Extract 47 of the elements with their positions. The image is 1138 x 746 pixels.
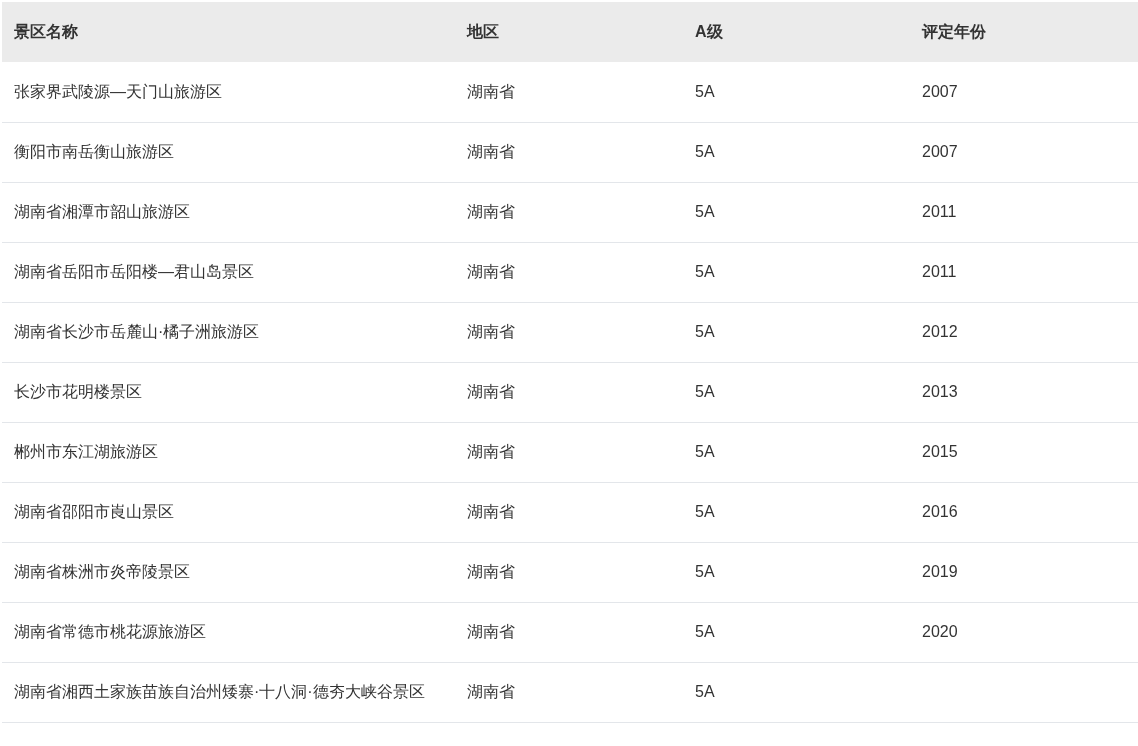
column-header: 评定年份 bbox=[910, 2, 1138, 62]
table-cell-text: 衡阳市南岳衡山旅游区 bbox=[14, 142, 174, 162]
column-header: 景区名称 bbox=[2, 2, 455, 62]
table-cell-text: 湖南省 bbox=[467, 262, 515, 282]
table-cell-text: 2007 bbox=[922, 142, 958, 162]
table-cell-text: 5A bbox=[695, 442, 715, 462]
table-cell-text: 2015 bbox=[922, 442, 958, 462]
table-cell-text: 2011 bbox=[922, 262, 957, 282]
table-cell-text: 湖南省邵阳市崀山景区 bbox=[14, 502, 174, 522]
table-cell-text: 2013 bbox=[922, 382, 958, 402]
table-cell-text: 5A bbox=[695, 622, 715, 642]
table-cell-text: 湖南省 bbox=[467, 622, 515, 642]
table-cell-text: 湖南省株洲市炎帝陵景区 bbox=[14, 562, 190, 582]
table-cell-text: 湖南省长沙市岳麓山·橘子洲旅游区 bbox=[14, 322, 260, 342]
table-cell-text: 湖南省 bbox=[467, 682, 515, 702]
table-cell-text: 湖南省 bbox=[467, 382, 515, 402]
table-cell-text: 湖南省 bbox=[467, 502, 515, 522]
table-cell-text: 湖南省常德市桃花源旅游区 bbox=[14, 622, 206, 642]
table-cell-text: 湖南省湘潭市韶山旅游区 bbox=[14, 202, 190, 222]
table-cell-text: 2020 bbox=[922, 622, 958, 642]
table-cell-text: 2012 bbox=[922, 322, 958, 342]
table-cell-text: 2011 bbox=[922, 202, 957, 222]
table-cell-text: 湖南省 bbox=[467, 81, 515, 102]
table-cell-text: 湖南省 bbox=[467, 202, 515, 222]
table-cell-text: 长沙市花明楼景区 bbox=[14, 382, 142, 402]
table-cell-text: 张家界武陵源—天门山旅游区 bbox=[14, 81, 222, 102]
table-cell-text: 2016 bbox=[922, 502, 958, 522]
table-cell-text: 郴州市东江湖旅游区 bbox=[14, 442, 158, 462]
table-cell-text: 5A bbox=[695, 502, 715, 522]
table-cell-text: 5A bbox=[695, 682, 715, 702]
table-cell-text: 2019 bbox=[922, 562, 958, 582]
column-header: 地区 bbox=[455, 2, 683, 62]
table-cell-text: 5A bbox=[695, 202, 715, 222]
table-cell-text: 湖南省 bbox=[467, 322, 515, 342]
table-cell-text: 5A bbox=[695, 81, 715, 102]
table-cell-text: 5A bbox=[695, 142, 715, 162]
table-cell-text: 2007 bbox=[922, 81, 958, 102]
table-cell-text: 湖南省岳阳市岳阳楼—君山岛景区 bbox=[14, 262, 254, 282]
column-header: A级 bbox=[683, 2, 910, 62]
table-cell-text: 5A bbox=[695, 322, 715, 342]
table-cell-text: 5A bbox=[695, 262, 715, 282]
table-cell-text: 5A bbox=[695, 382, 715, 402]
table-cell-text: 湖南省湘西土家族苗族自治州矮寨·十八洞·德夯大峡谷景区 bbox=[14, 682, 425, 702]
table-cell-text: 湖南省 bbox=[467, 142, 515, 162]
table-cell-text: 湖南省 bbox=[467, 442, 515, 462]
table-cell-text: 湖南省 bbox=[467, 562, 515, 582]
table-cell-text: 5A bbox=[695, 562, 715, 582]
